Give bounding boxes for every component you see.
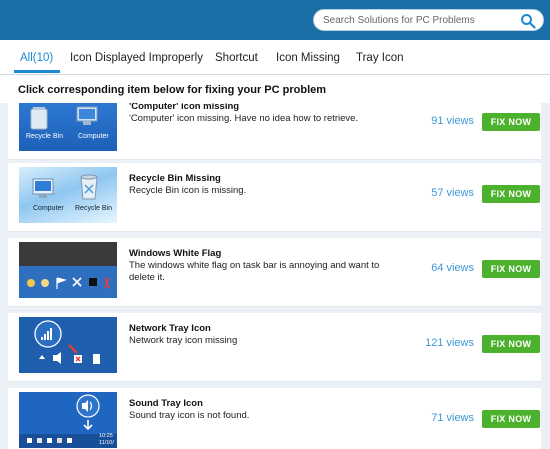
item-description: Sound tray icon is not found.: [129, 410, 250, 421]
view-count: 64 views: [431, 262, 474, 274]
item-title[interactable]: Recycle Bin Missing: [129, 173, 221, 184]
network-tray-image: [19, 317, 117, 373]
item-description: Recycle Bin icon is missing.: [129, 185, 247, 196]
fix-now-button[interactable]: FIX NOW: [482, 260, 540, 278]
active-tab-indicator: [14, 70, 60, 73]
item-title[interactable]: Sound Tray Icon: [129, 398, 203, 409]
top-bar: [0, 0, 550, 40]
clock-date: 11/10/: [99, 440, 114, 446]
white-flag-thumbnail: [19, 242, 117, 298]
desktop-icons-image: [30, 106, 98, 130]
computer-label: Computer: [33, 205, 64, 212]
recycle-bin-label: Recycle Bin: [26, 133, 63, 140]
tab-icon-missing[interactable]: Icon Missing: [276, 52, 340, 64]
list-item[interactable]: Computer Recycle Bin Recycle Bin Missing…: [8, 163, 541, 232]
fix-now-button[interactable]: FIX NOW: [482, 185, 540, 203]
list-item[interactable]: Network Tray Icon Network tray icon miss…: [8, 313, 541, 382]
list-item[interactable]: Recycle Bin Computer 'Computer' icon mis…: [8, 103, 541, 160]
search-icon[interactable]: [520, 13, 536, 29]
computer-label: Computer: [78, 133, 109, 140]
item-title[interactable]: Windows White Flag: [129, 248, 221, 259]
item-description: 'Computer' icon missing. Have no idea ho…: [129, 113, 359, 124]
recycle-bin-thumbnail: Computer Recycle Bin: [19, 167, 117, 223]
tab-all[interactable]: All(10): [20, 52, 53, 64]
category-tabs: All(10) Icon Displayed Improperly Shortc…: [0, 40, 550, 75]
tab-icon-displayed-improperly[interactable]: Icon Displayed Improperly: [70, 52, 203, 64]
fix-now-button[interactable]: FIX NOW: [482, 335, 540, 353]
sound-tray-thumbnail: 10:25 11/10/: [19, 392, 117, 448]
taskbar-image: [19, 242, 117, 298]
list-item[interactable]: Windows White Flag The windows white fla…: [8, 238, 541, 307]
fix-now-button[interactable]: FIX NOW: [482, 410, 540, 428]
search-box[interactable]: [313, 9, 544, 31]
tab-tray-icon[interactable]: Tray Icon: [356, 52, 404, 64]
instruction-text: Click corresponding item below for fixin…: [18, 84, 327, 96]
view-count: 57 views: [431, 187, 474, 199]
fix-now-button[interactable]: FIX NOW: [482, 113, 540, 131]
view-count: 121 views: [425, 337, 474, 349]
view-count: 71 views: [431, 412, 474, 424]
solution-list: Recycle Bin Computer 'Computer' icon mis…: [0, 103, 550, 449]
item-title[interactable]: 'Computer' icon missing: [129, 103, 239, 112]
item-title[interactable]: Network Tray Icon: [129, 323, 211, 334]
recycle-bin-label: Recycle Bin: [75, 205, 112, 212]
search-input[interactable]: [323, 12, 518, 28]
view-count: 91 views: [431, 115, 474, 127]
list-item[interactable]: 10:25 11/10/ Sound Tray Icon Sound tray …: [8, 388, 541, 449]
computer-icon-thumbnail: Recycle Bin Computer: [19, 103, 117, 151]
tab-shortcut[interactable]: Shortcut: [215, 52, 258, 64]
network-tray-thumbnail: [19, 317, 117, 373]
clock-time: 10:25: [99, 433, 113, 439]
item-description: The windows white flag on task bar is an…: [129, 260, 380, 283]
desktop-icons-image: [32, 174, 98, 200]
instruction-bar: Click corresponding item below for fixin…: [0, 75, 550, 103]
item-description: Network tray icon missing: [129, 335, 238, 346]
